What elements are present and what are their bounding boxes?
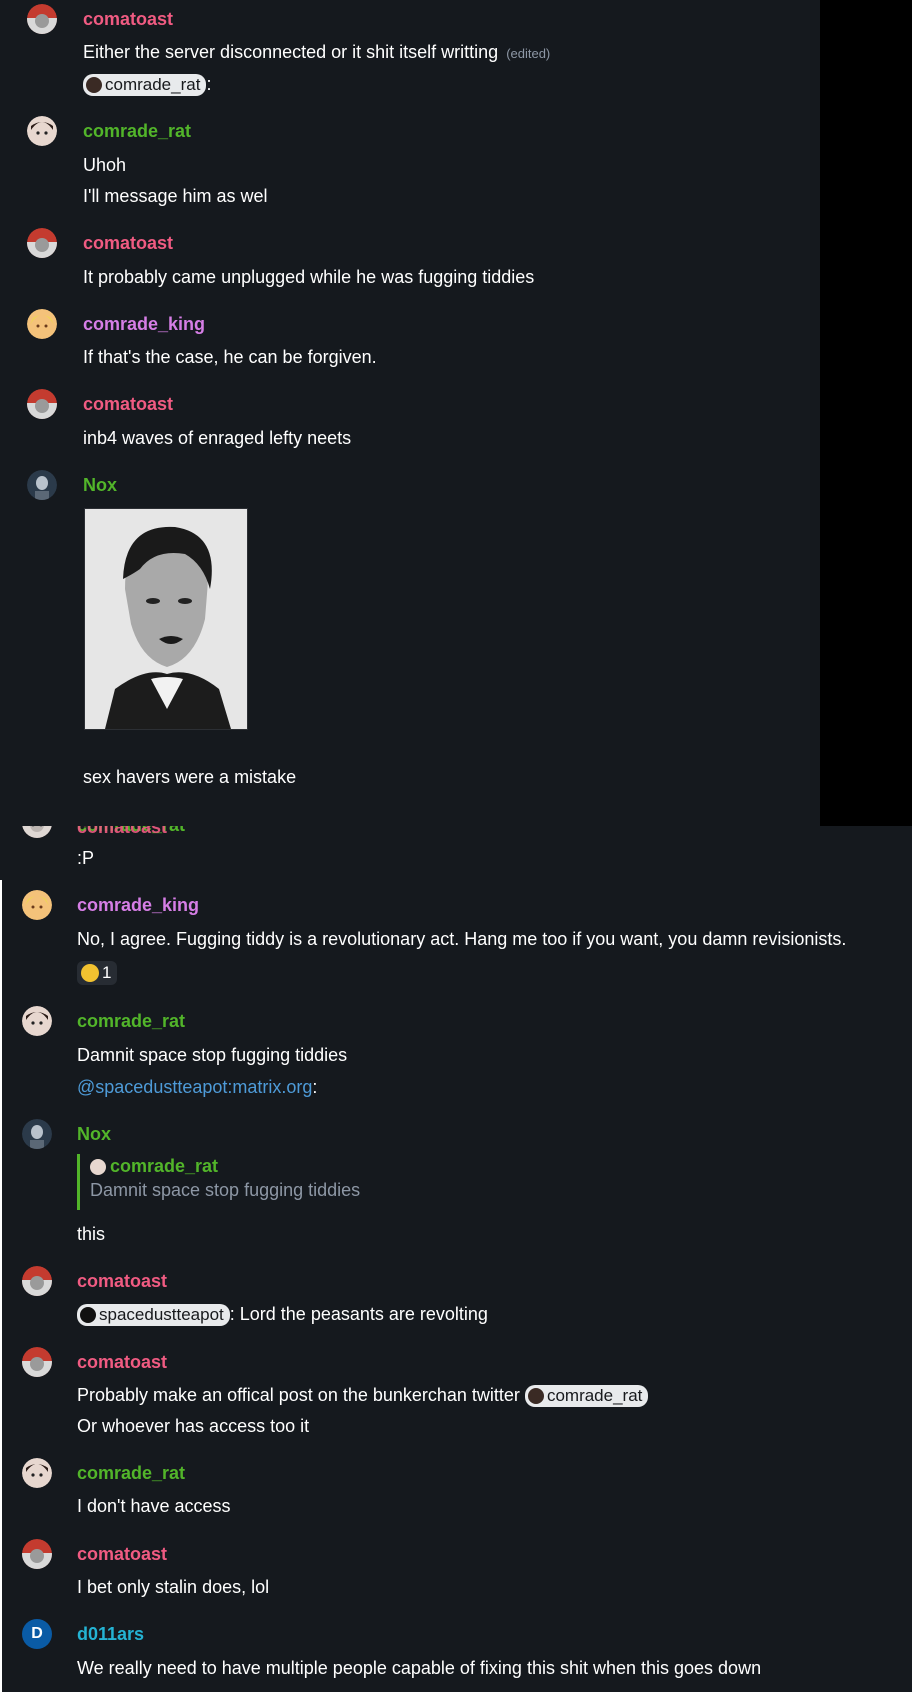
- quote-sender-name: comrade_rat: [110, 1156, 219, 1176]
- message-text: Probably make an offical post on the bun…: [77, 1385, 520, 1405]
- grinning-face-icon: [81, 964, 99, 982]
- reaction-chip[interactable]: 1: [77, 961, 118, 985]
- message-text: No, I agree. Fugging tiddy is a revoluti…: [77, 929, 847, 949]
- sender-name[interactable]: comrade_rat: [83, 120, 191, 142]
- message-text: I don't have access: [77, 1496, 231, 1516]
- avatar-nox[interactable]: [27, 470, 57, 500]
- quote-text: Damnit space stop fugging tiddies: [90, 1180, 361, 1200]
- sender-name[interactable]: comatoast: [83, 232, 173, 254]
- avatar-comrade-king[interactable]: [22, 890, 52, 920]
- punctuation: :: [312, 1077, 318, 1097]
- message-body: spacedustteapot : Lord the peasants are r…: [77, 1302, 488, 1326]
- pill-label: comrade_rat: [105, 75, 201, 94]
- user-mention-link[interactable]: @spacedustteapot:matrix.org: [77, 1077, 312, 1097]
- avatar-comrade-king[interactable]: [27, 309, 57, 339]
- sender-name[interactable]: d011ars: [77, 1623, 144, 1645]
- message-text: sex havers were a mistake: [83, 767, 297, 787]
- sender-name[interactable]: comrade_rat: [77, 1462, 185, 1484]
- avatar-comrade-rat[interactable]: [27, 116, 57, 146]
- sender-name[interactable]: comatoast: [77, 1270, 167, 1292]
- edited-label: (edited): [506, 46, 551, 61]
- message-text: Or whoever has access too it: [77, 1416, 310, 1436]
- user-pill-comrade-rat[interactable]: comrade_rat: [524, 1385, 649, 1407]
- pill-label: spacedustteapot: [99, 1305, 224, 1324]
- timeline-pane-bottom: comrade_rat comatoast :P comrade_king No…: [0, 826, 912, 1692]
- image-attachment[interactable]: [84, 508, 248, 730]
- message-text: this: [77, 1224, 106, 1244]
- message-text: inb4 waves of enraged lefty neets: [83, 428, 352, 448]
- sender-name[interactable]: comatoast: [77, 826, 167, 838]
- quote-sender: comrade_rat: [90, 1154, 360, 1178]
- message-text: Either the server disconnected or it shi…: [83, 42, 499, 62]
- avatar-d011ars[interactable]: D: [22, 1619, 52, 1649]
- avatar-comrade-rat[interactable]: [22, 1006, 52, 1036]
- avatar-nox[interactable]: [22, 1119, 52, 1149]
- mini-avatar-icon: [527, 1388, 544, 1404]
- message-text: : Lord the peasants are revolting: [229, 1304, 488, 1324]
- sender-name[interactable]: Nox: [83, 474, 117, 496]
- sender-name[interactable]: comatoast: [77, 1351, 167, 1373]
- avatar-comatoast[interactable]: [27, 228, 57, 258]
- sender-name[interactable]: comatoast: [77, 1543, 167, 1565]
- mini-avatar-icon: [86, 77, 102, 93]
- sender-name[interactable]: comatoast: [83, 8, 173, 30]
- sender-name[interactable]: comrade_rat: [77, 1010, 185, 1032]
- message-text: We really need to have multiple people c…: [77, 1658, 762, 1678]
- user-pill-spacedustteapot[interactable]: spacedustteapot: [77, 1304, 230, 1326]
- message-text: Damnit space stop fugging tiddies: [77, 1045, 348, 1065]
- mini-avatar-icon: [90, 1159, 106, 1175]
- avatar-comrade-rat[interactable]: [22, 1458, 52, 1488]
- message-text: It probably came unplugged while he was …: [83, 267, 535, 287]
- message-text: I'll message him as wel: [83, 186, 268, 206]
- avatar-comatoast[interactable]: [22, 1347, 52, 1377]
- avatar-comatoast[interactable]: [22, 826, 52, 838]
- avatar-comatoast[interactable]: [22, 1266, 52, 1296]
- avatar-comatoast[interactable]: [22, 1539, 52, 1569]
- reaction-count: 1: [102, 963, 112, 982]
- message-text: :P: [77, 848, 95, 868]
- message-body: Probably make an offical post on the bun…: [77, 1383, 649, 1407]
- message-text: If that's the case, he can be forgiven.: [83, 347, 377, 367]
- punctuation: :: [206, 74, 212, 94]
- avatar-comatoast[interactable]: [27, 389, 57, 419]
- message-body-2: comrade_rat:: [83, 72, 211, 96]
- mini-avatar-icon: [80, 1307, 96, 1323]
- avatar-comatoast[interactable]: [27, 4, 57, 34]
- sender-name[interactable]: Nox: [77, 1123, 111, 1145]
- message-text: I bet only stalin does, lol: [77, 1577, 270, 1597]
- user-pill-comrade-rat[interactable]: comrade_rat: [83, 74, 207, 96]
- reply-quote[interactable]: comrade_rat Damnit space stop fugging ti…: [77, 1154, 360, 1210]
- message-body-2: @spacedustteapot:matrix.org:: [77, 1075, 317, 1099]
- sender-name[interactable]: comrade_king: [77, 894, 199, 916]
- timeline-pane-top: comatoast Either the server disconnected…: [0, 0, 820, 826]
- sender-name[interactable]: comatoast: [83, 393, 173, 415]
- message-body: Either the server disconnected or it shi…: [83, 40, 550, 66]
- window-edge: [820, 0, 912, 826]
- pill-label: comrade_rat: [546, 1386, 643, 1405]
- sender-name[interactable]: comrade_king: [83, 313, 205, 335]
- message-text: Uhoh: [83, 155, 127, 175]
